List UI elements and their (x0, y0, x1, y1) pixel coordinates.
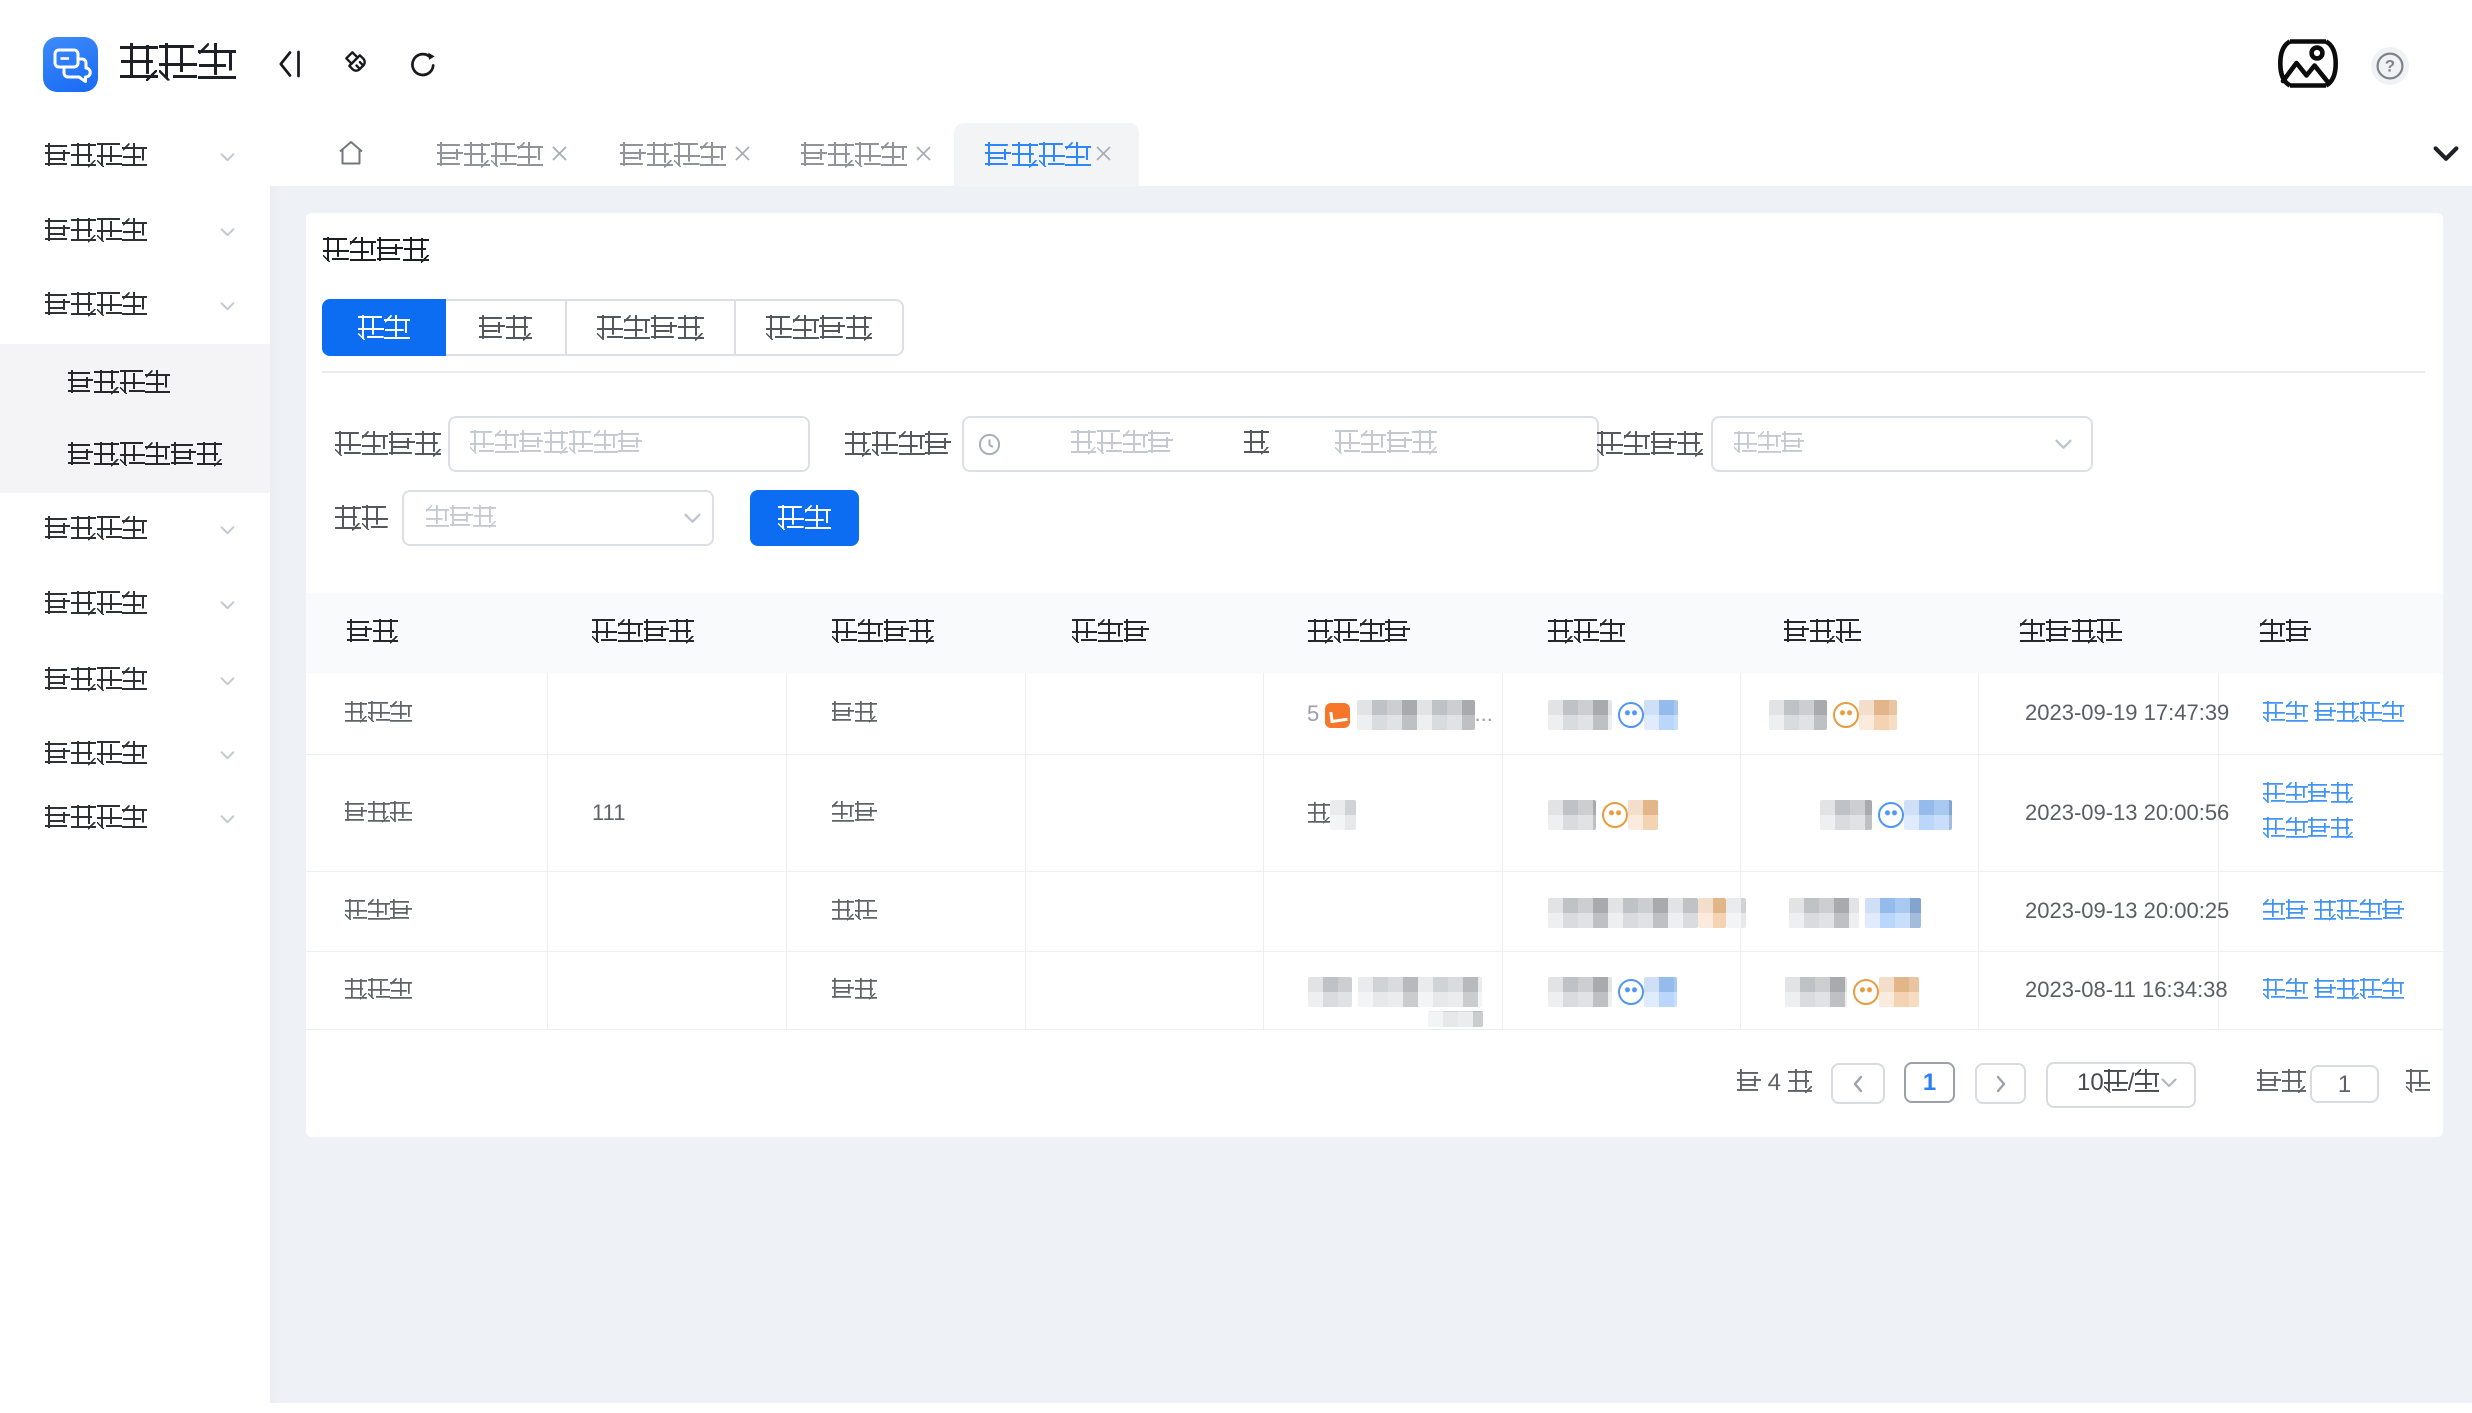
svg-text:?: ? (2385, 57, 2395, 76)
